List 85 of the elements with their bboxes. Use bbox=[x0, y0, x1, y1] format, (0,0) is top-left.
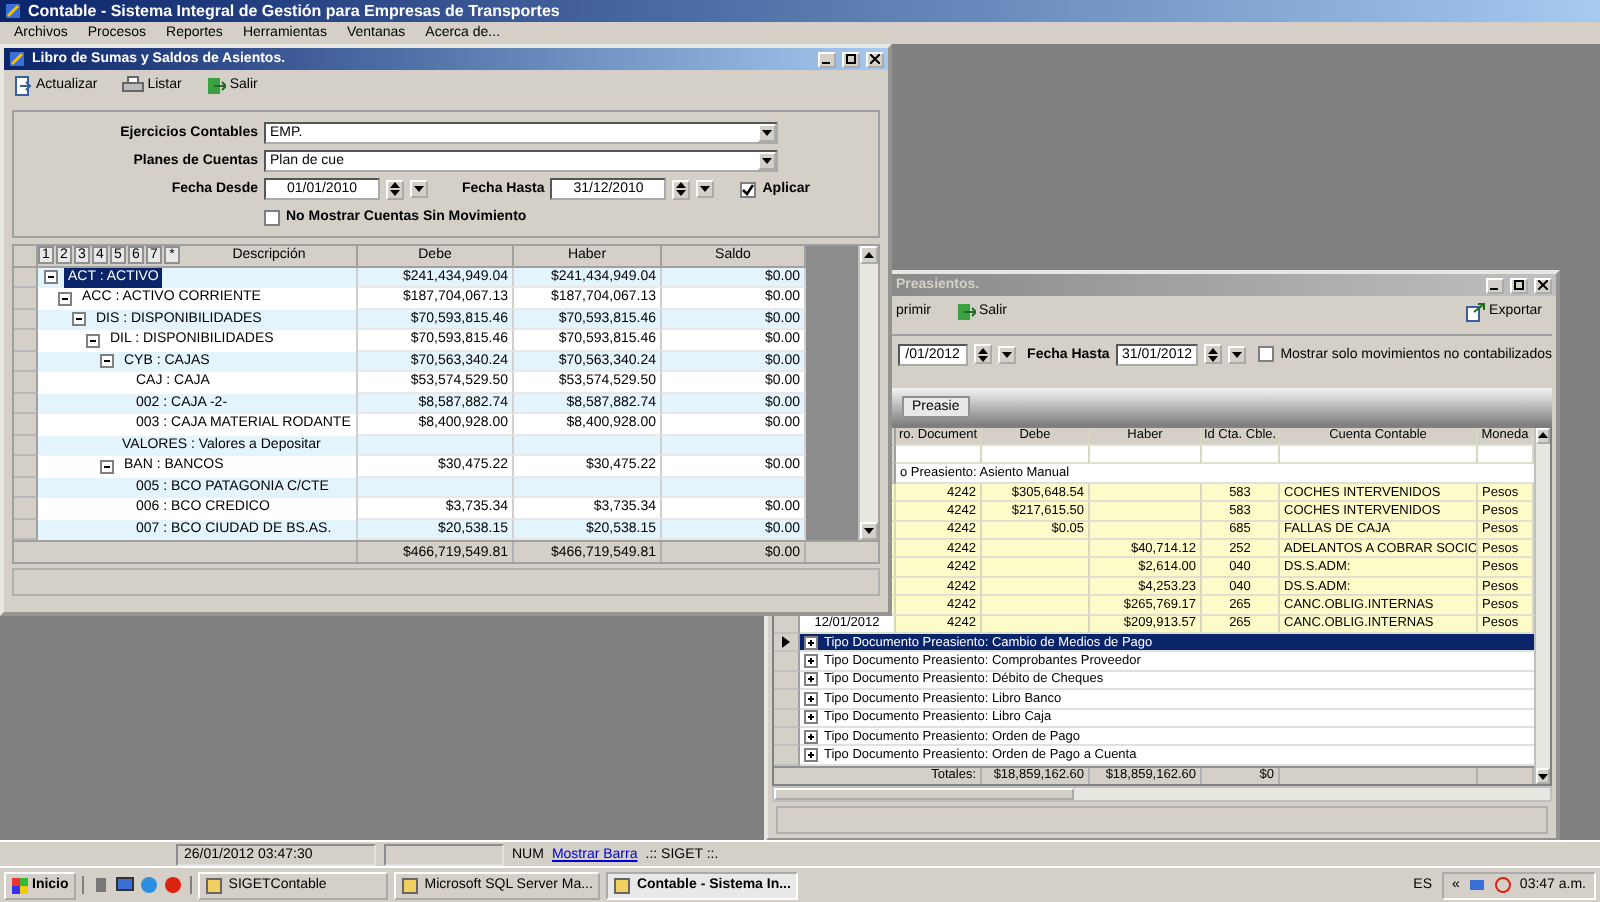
expand-icon[interactable] bbox=[804, 729, 818, 744]
table-cell bbox=[982, 540, 1090, 559]
minimize-button[interactable] bbox=[818, 51, 836, 67]
vertical-scrollbar[interactable] bbox=[1534, 427, 1550, 785]
caret-up-icon bbox=[977, 347, 988, 353]
dropdown-button[interactable] bbox=[1228, 345, 1247, 363]
caret-icon bbox=[1208, 355, 1219, 361]
caret-icon bbox=[676, 190, 687, 196]
window-icon bbox=[206, 877, 223, 893]
spin-button[interactable] bbox=[386, 179, 404, 199]
expand-icon[interactable] bbox=[804, 672, 818, 687]
table-cell bbox=[982, 596, 1090, 616]
table-cell bbox=[982, 558, 1090, 578]
maximize-button[interactable] bbox=[1510, 277, 1528, 293]
checkbox[interactable] bbox=[740, 181, 757, 197]
caret-icon bbox=[414, 186, 424, 192]
minimize-button[interactable] bbox=[1486, 277, 1504, 293]
collapse-icon[interactable] bbox=[100, 459, 114, 474]
dropdown-button[interactable] bbox=[758, 152, 776, 170]
maximize-button[interactable] bbox=[842, 51, 860, 67]
caret-up-icon bbox=[864, 252, 874, 258]
filter-cell[interactable] bbox=[1478, 446, 1534, 465]
flag-icon bbox=[12, 877, 28, 893]
caret-icon bbox=[864, 528, 874, 534]
caret-icon bbox=[762, 130, 772, 136]
maximize-icon bbox=[846, 54, 856, 64]
caret-icon bbox=[1001, 351, 1012, 357]
caret-up-icon bbox=[676, 182, 687, 188]
app-title-bar: Contable - Sistema Integral de Gestión para Empresas de Transportes bbox=[0, 0, 1600, 22]
caret-icon bbox=[977, 355, 988, 361]
filter-cell[interactable] bbox=[1280, 446, 1478, 465]
collapse-icon[interactable] bbox=[86, 333, 100, 348]
caret-icon bbox=[1232, 351, 1243, 357]
spin-button[interactable] bbox=[1204, 344, 1223, 364]
maximize-icon bbox=[1514, 280, 1524, 290]
filter-cell[interactable] bbox=[896, 446, 982, 465]
caret-icon bbox=[390, 190, 400, 196]
close-icon bbox=[1538, 280, 1548, 290]
expand-icon[interactable] bbox=[804, 748, 818, 762]
dropdown-button[interactable] bbox=[997, 345, 1016, 363]
app-icon bbox=[8, 50, 26, 68]
checkbox[interactable] bbox=[264, 209, 280, 225]
printer-icon bbox=[121, 76, 144, 94]
caret-up-icon bbox=[1208, 347, 1219, 353]
filter-cell[interactable] bbox=[982, 446, 1090, 465]
expand-icon[interactable] bbox=[804, 710, 818, 725]
dropdown-button[interactable] bbox=[696, 180, 715, 198]
collapse-icon[interactable] bbox=[72, 312, 86, 327]
caret-icon bbox=[700, 186, 711, 192]
monitor-icon[interactable] bbox=[116, 876, 135, 894]
exit-icon bbox=[955, 301, 975, 321]
checkbox[interactable] bbox=[1258, 346, 1275, 362]
app-icon bbox=[4, 2, 22, 20]
spin-button[interactable] bbox=[973, 344, 992, 364]
spin-button[interactable] bbox=[672, 179, 691, 199]
dropdown-button[interactable] bbox=[410, 180, 428, 198]
exit-icon bbox=[205, 75, 226, 95]
horizontal-scrollbar[interactable] bbox=[772, 786, 1552, 802]
collapse-icon[interactable] bbox=[44, 270, 58, 285]
vertical-scrollbar[interactable] bbox=[858, 246, 878, 540]
collapse-icon[interactable] bbox=[58, 291, 72, 306]
close-icon bbox=[870, 54, 880, 64]
circle-icon[interactable] bbox=[164, 876, 183, 894]
expand-icon[interactable] bbox=[804, 635, 818, 650]
caret-icon bbox=[762, 158, 772, 164]
filter-cell[interactable] bbox=[1090, 446, 1202, 465]
status-panel bbox=[384, 843, 504, 865]
expand-icon[interactable] bbox=[804, 654, 818, 669]
dropdown-button[interactable] bbox=[758, 124, 776, 142]
close-button[interactable] bbox=[866, 51, 884, 67]
caret-icon bbox=[1538, 773, 1548, 780]
filter-cell[interactable] bbox=[1202, 446, 1280, 465]
table-cell bbox=[662, 435, 806, 456]
caret-up-icon bbox=[1538, 432, 1548, 439]
export-icon bbox=[1465, 301, 1486, 321]
close-button[interactable] bbox=[1534, 277, 1552, 293]
caret-up-icon bbox=[390, 182, 400, 188]
window-icon bbox=[402, 877, 419, 893]
collapse-icon[interactable] bbox=[100, 354, 114, 369]
window-icon bbox=[614, 877, 631, 893]
document-icon bbox=[14, 75, 32, 95]
row-pointer-icon bbox=[782, 636, 790, 649]
expand-icon[interactable] bbox=[804, 691, 818, 706]
table-cell bbox=[1090, 502, 1202, 522]
table-cell bbox=[662, 477, 806, 498]
